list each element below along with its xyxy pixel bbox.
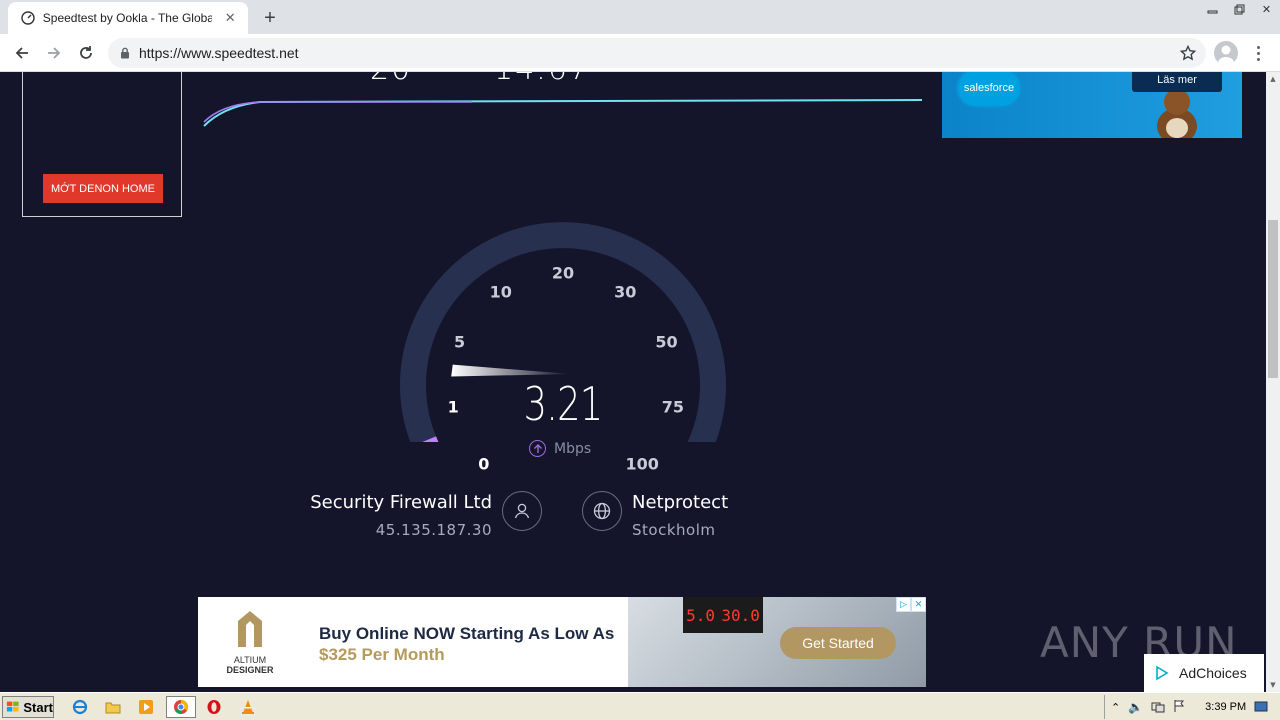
tray-expand-icon[interactable]: ⌃ [1111, 701, 1120, 714]
adchoices-label: AdChoices [1179, 665, 1247, 681]
ip-address: 45.135.187.30 [375, 521, 492, 539]
speedtest-favicon-icon [20, 10, 36, 26]
gauge-progress [422, 436, 439, 442]
taskbar-clock: 3:39 PM [1205, 701, 1247, 713]
profile-avatar-icon[interactable] [1214, 41, 1238, 65]
minimize-icon[interactable] [1199, 0, 1226, 18]
volume-icon[interactable]: 🔈 [1128, 700, 1143, 714]
user-icon [502, 491, 542, 531]
server-city: Stockholm [632, 521, 716, 539]
isp-name: Security Firewall Ltd [310, 492, 492, 513]
start-label: Start [23, 699, 53, 715]
ping-result-value: 20 [370, 72, 412, 87]
left-ad-banner[interactable]: MỚT DENON HOME [22, 72, 182, 217]
vlc-icon[interactable] [238, 698, 258, 716]
network-icon[interactable] [1151, 698, 1165, 717]
salesforce-logo: salesforce [958, 72, 1020, 106]
server-info[interactable]: Netprotect Stockholm [632, 492, 728, 539]
bottom-ad-banner[interactable]: ALTIUM DESIGNER Buy Online NOW Starting … [198, 597, 926, 687]
speedtest-page: MỚT DENON HOME salesforce Läs mer 20 14.… [0, 72, 1266, 692]
server-name: Netprotect [632, 492, 729, 513]
tab-close-icon[interactable]: ✕ [220, 8, 240, 28]
chrome-taskbar-icon[interactable] [166, 696, 196, 718]
ad-price: $325 Per Month [319, 645, 445, 664]
upload-arrow-icon [529, 440, 546, 457]
gauge-tick-50: 50 [655, 332, 678, 352]
screen-reading-a: 5.0 [686, 605, 716, 625]
gauge-needle [451, 364, 572, 377]
graph-line-cyan [203, 99, 923, 127]
gauge-tick-30: 30 [614, 282, 637, 302]
bookmark-star-icon[interactable] [1179, 44, 1197, 65]
denon-ad-button[interactable]: MỚT DENON HOME [43, 174, 163, 203]
windows-taskbar: Start ⌃ 🔈 3:39 PM [0, 692, 1280, 720]
gauge-tick-100: 100 [625, 454, 659, 474]
browser-menu-icon[interactable] [1250, 41, 1266, 65]
start-button[interactable]: Start [2, 696, 54, 718]
ad-close-icon[interactable]: ✕ [911, 597, 926, 612]
address-bar[interactable]: https://www.speedtest.net [108, 38, 1206, 68]
forward-icon[interactable] [40, 39, 68, 67]
reload-icon[interactable] [72, 39, 100, 67]
browser-toolbar: https://www.speedtest.net [0, 34, 1280, 72]
gauge-tick-1: 1 [447, 397, 459, 417]
scroll-thumb[interactable] [1268, 220, 1278, 378]
speed-value: 3.21 [523, 377, 604, 431]
page-scrollbar[interactable]: ▲ ▼ [1266, 72, 1280, 692]
globe-icon[interactable] [582, 491, 622, 531]
gauge-tick-10: 10 [489, 282, 512, 302]
oscilloscope-screen: 5.0 30.0 [683, 597, 763, 633]
flag-icon[interactable] [1173, 698, 1185, 717]
gauge-tick-5: 5 [453, 332, 466, 352]
browser-tab[interactable]: Speedtest by Ookla - The Global Bro ✕ [8, 2, 248, 34]
windows-logo-icon [6, 701, 19, 712]
right-ad-banner[interactable]: salesforce Läs mer [942, 72, 1242, 138]
gauge-tick-20: 20 [551, 263, 575, 283]
gauge-tick-75: 75 [661, 397, 684, 417]
adchoices-icon [1156, 665, 1169, 681]
isp-info: Security Firewall Ltd 45.135.187.30 [260, 492, 492, 539]
speed-unit: Mbps [529, 440, 591, 457]
explorer-folder-icon[interactable] [103, 698, 123, 716]
altium-logo: ALTIUM DESIGNER [222, 609, 278, 675]
window-controls: ✕ [1199, 0, 1280, 20]
unit-label: Mbps [554, 440, 592, 457]
altium-logo-line2: DESIGNER [226, 665, 274, 675]
new-tab-button[interactable]: + [258, 6, 282, 30]
scroll-down-icon[interactable]: ▼ [1266, 678, 1280, 692]
tab-title: Speedtest by Ookla - The Global Bro [42, 11, 213, 25]
restore-icon[interactable] [1226, 0, 1253, 18]
url-text: https://www.speedtest.net [139, 45, 299, 61]
show-desktop-icon[interactable] [1254, 698, 1268, 717]
system-tray: ⌃ 🔈 3:39 PM [1104, 695, 1280, 719]
gauge-tick-0: 0 [478, 454, 490, 474]
close-window-icon[interactable]: ✕ [1253, 0, 1280, 18]
download-result-value: 14.67 [494, 72, 590, 87]
ad-info-icon[interactable]: ▷ [896, 597, 911, 612]
ad-headline: Buy Online NOW Starting As Low As [319, 624, 615, 643]
tab-strip: Speedtest by Ookla - The Global Bro ✕ + … [0, 0, 1280, 34]
ad-controls: ▷ ✕ [896, 597, 926, 612]
ie-icon[interactable] [70, 698, 90, 716]
altium-mark-icon [238, 611, 262, 647]
speed-graph [203, 99, 923, 127]
altium-logo-line1: ALTIUM [233, 655, 267, 665]
scroll-up-icon[interactable]: ▲ [1266, 72, 1280, 86]
lock-icon [120, 44, 130, 63]
back-icon[interactable] [8, 39, 36, 67]
opera-icon[interactable] [204, 698, 224, 716]
media-player-icon[interactable] [136, 698, 156, 716]
adchoices-badge[interactable]: AdChoices [1144, 654, 1264, 692]
get-started-button[interactable]: Get Started [780, 627, 896, 659]
las-mer-button[interactable]: Läs mer [1132, 72, 1222, 92]
screen-reading-b: 30.0 [721, 605, 760, 625]
